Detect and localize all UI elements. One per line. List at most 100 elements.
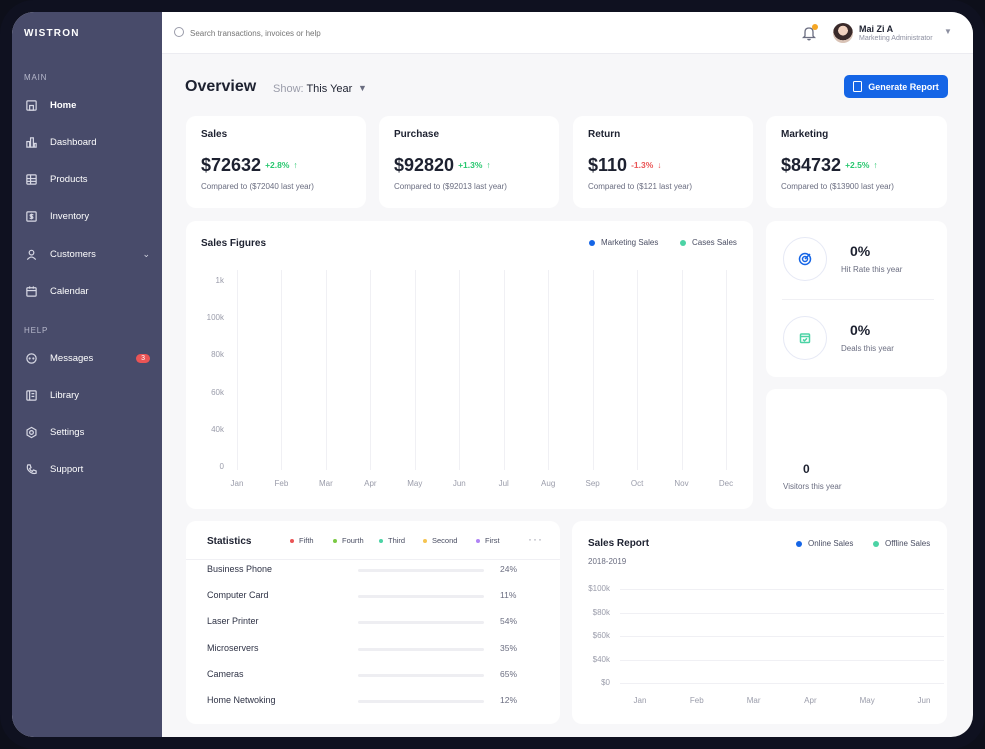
sidebar-item-inventory[interactable]: Inventory: [12, 203, 162, 229]
deals-label: Deals this year: [841, 344, 894, 353]
period-selector[interactable]: Show: This Year: [273, 83, 352, 95]
search-input[interactable]: [190, 25, 450, 41]
divider: [186, 559, 560, 560]
x-tick-label: Oct: [630, 479, 644, 488]
hit-rate-value: 0%: [850, 243, 871, 259]
legend-marketing-sales: Marketing Sales: [589, 238, 658, 247]
x-tick-label: Mar: [319, 479, 333, 488]
x-tick-label: Aug: [541, 479, 556, 488]
y-tick-label: $80k: [592, 607, 610, 617]
more-options-icon[interactable]: ···: [528, 532, 543, 546]
generate-report-label: Generate Report: [868, 81, 939, 92]
user-menu-chevron-icon[interactable]: ▼: [944, 27, 952, 36]
sales-figures-panel: [186, 221, 753, 509]
divider: [782, 299, 934, 300]
kpi-card-marketing: Marketing $84732 +2.5% ↑ Compared to ($139…: [766, 116, 947, 208]
messages-count-badge: 3: [136, 353, 150, 363]
x-tick-label: Jan: [230, 479, 244, 488]
legend-dot: [423, 538, 427, 543]
kpi-title: Purchase: [394, 129, 440, 140]
statistics-row-label: Microservers: [207, 642, 259, 653]
arrow-up-icon: ↑: [486, 160, 491, 170]
sidebar-item-dashboard[interactable]: Dashboard: [12, 129, 162, 155]
hit-rate-ring: [783, 237, 827, 281]
arrow-up-icon: ↑: [873, 160, 878, 170]
app-window: WISTRON MAIN Home Dashboard Products Inv…: [12, 12, 973, 737]
user-name[interactable]: Mai Zi A: [859, 24, 893, 34]
statistics-row-label: Computer Card: [207, 590, 269, 601]
phone-icon: [24, 462, 38, 476]
generate-report-button[interactable]: Generate Report: [844, 75, 948, 98]
sidebar-item-support[interactable]: Support: [12, 456, 162, 482]
chevron-down-icon: ⌄: [142, 248, 150, 259]
y-tick-label: 0: [219, 462, 224, 471]
legend-offline-sales: Offline Sales: [873, 539, 930, 548]
x-tick-label: May: [407, 479, 423, 488]
sidebar-item-settings[interactable]: Settings: [12, 419, 162, 445]
sidebar-item-calendar[interactable]: Calendar: [12, 278, 162, 304]
statistics-row-bar: [358, 647, 484, 651]
legend-dot: [379, 538, 383, 543]
sidebar-item-label: Settings: [50, 426, 85, 438]
sidebar-item-label: Library: [50, 389, 80, 401]
legend-dot: [476, 538, 480, 543]
kpi-delta-up: +2.5%: [845, 160, 870, 170]
avatar[interactable]: [833, 23, 853, 43]
sidebar-item-library[interactable]: Library: [12, 382, 162, 408]
sidebar-item-home[interactable]: Home: [12, 92, 162, 118]
statistics-title: Statistics: [207, 536, 252, 547]
y-tick-label: 80k: [211, 350, 224, 360]
grid-line: [548, 270, 550, 470]
grid-line: [503, 270, 505, 470]
statistics-row-label: Cameras: [207, 668, 244, 679]
bar-chart-icon: [24, 135, 38, 149]
brand-logo: WISTRON: [24, 28, 80, 39]
statistics-row-percent: 24%: [500, 564, 518, 574]
legend-second: Second: [423, 536, 457, 545]
visitors-panel: [766, 389, 947, 509]
grid-line: [637, 270, 639, 470]
gear-icon: [24, 425, 38, 439]
x-tick-label: Feb: [689, 696, 704, 705]
legend-first: First: [476, 536, 500, 545]
deals-value: 0%: [850, 322, 871, 338]
dollar-doc-icon: [24, 209, 38, 223]
notification-bell-icon[interactable]: [801, 24, 818, 41]
y-tick-label: 60k: [211, 387, 224, 397]
statistics-row-percent: 54%: [500, 616, 518, 627]
legend-third: Third: [379, 536, 405, 545]
grid-line: [592, 270, 594, 470]
statistics-row-bar: [358, 621, 484, 625]
visitors-value: 0: [803, 462, 810, 476]
sidebar-item-products[interactable]: Products: [12, 166, 162, 192]
sidebar-section-main: MAIN: [24, 73, 48, 82]
kpi-title: Return: [588, 129, 621, 140]
kpi-comparison: Compared to ($92013 last year): [394, 182, 507, 191]
grid-line: [370, 270, 372, 470]
caret-down-icon[interactable]: ▼: [358, 83, 367, 93]
legend-dot: [333, 538, 337, 543]
sidebar-item-label: Inventory: [50, 210, 90, 222]
period-value: This Year: [306, 83, 353, 95]
sidebar-item-label: Calendar: [50, 285, 89, 297]
grid-line: [681, 270, 683, 470]
grid-line: [620, 636, 944, 637]
statistics-row-label: Home Netwoking: [207, 695, 276, 705]
x-tick-label: Mar: [746, 696, 761, 705]
sidebar-item-label: Products: [50, 173, 88, 185]
calendar-check-icon: [799, 333, 811, 344]
kpi-comparison: Compared to ($72040 last year): [201, 182, 314, 191]
grid-line: [620, 589, 944, 590]
kpi-value: $110 -1.3% ↓: [588, 155, 662, 175]
kpi-title: Sales: [201, 129, 228, 140]
book-icon: [24, 388, 38, 402]
x-tick-label: Sep: [585, 479, 600, 488]
sidebar-item-messages[interactable]: Messages 3: [12, 345, 162, 371]
home-icon: [24, 98, 38, 112]
sidebar-item-customers[interactable]: Customers ⌄: [12, 241, 162, 267]
y-tick-label: $40k: [592, 654, 610, 664]
sidebar-item-label: Messages: [50, 352, 94, 364]
legend-fourth: Fourth: [333, 536, 364, 545]
legend-online-sales: Online Sales: [796, 539, 853, 548]
x-tick-label: Jul: [498, 479, 509, 488]
